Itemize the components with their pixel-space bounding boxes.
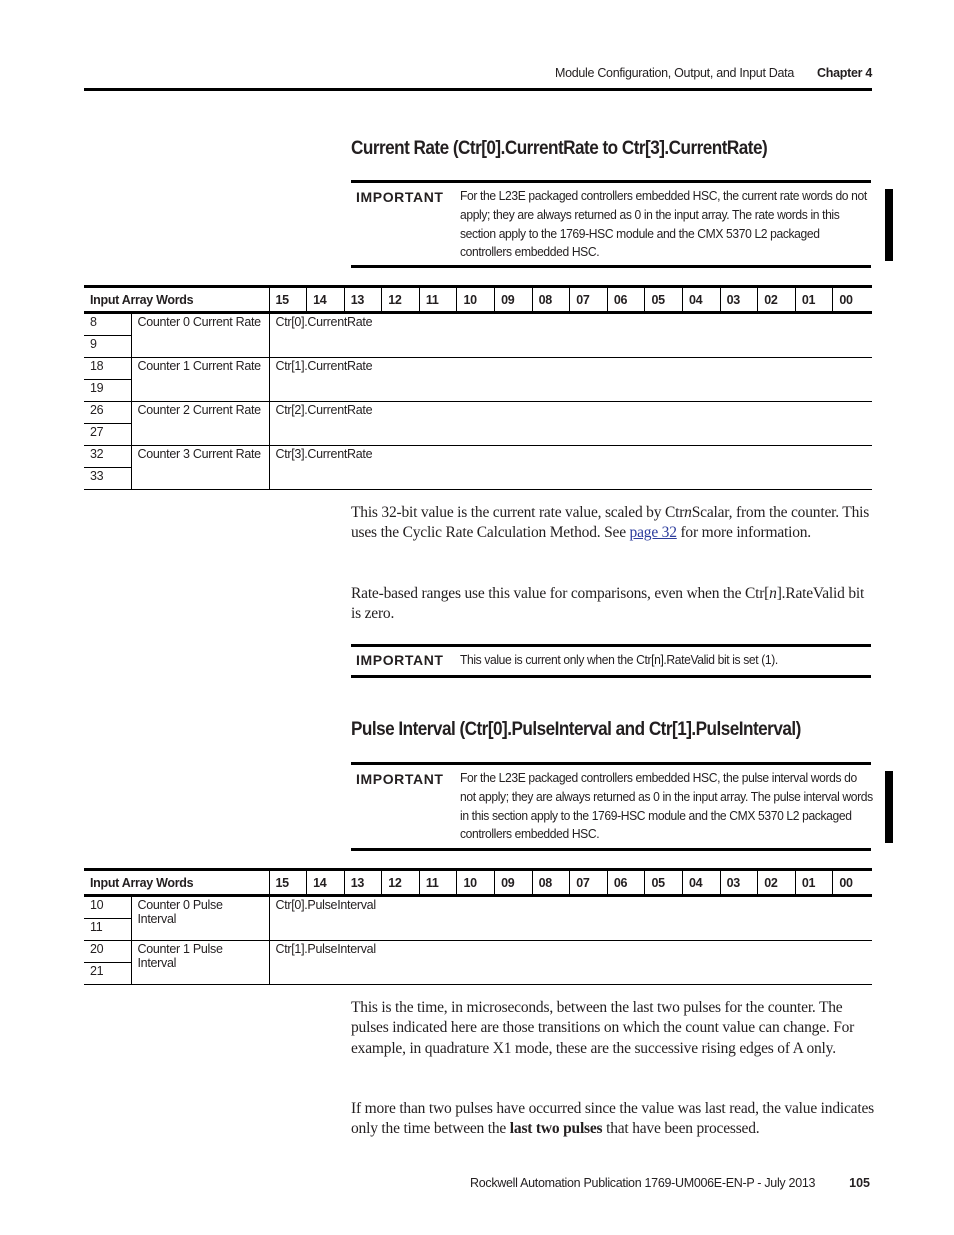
word-number: 8 xyxy=(84,312,132,336)
important-text: For the L23E packaged controllers embedd… xyxy=(460,770,873,842)
column-header: 04 xyxy=(682,869,721,896)
column-header: 14 xyxy=(306,286,345,313)
word-number: 32 xyxy=(84,445,132,468)
change-bar xyxy=(885,189,893,261)
word-number: 19 xyxy=(84,379,132,402)
important-text: This value is current only when the Ctr[… xyxy=(460,652,778,667)
text-run: This 32-bit value is the current rate va… xyxy=(351,504,685,521)
column-header: 09 xyxy=(494,286,533,313)
column-header: 12 xyxy=(381,869,420,896)
tag-name: Ctr[1].PulseInterval xyxy=(275,942,377,956)
current-rate-table: Input Array Words 15 14 13 12 11 10 09 0… xyxy=(84,285,872,490)
text-run: that have been processed. xyxy=(602,1120,760,1138)
text-run: Rate-based ranges use this value for com… xyxy=(351,585,770,602)
word-number: 27 xyxy=(84,423,132,446)
important-label: IMPORTANT xyxy=(356,189,444,205)
column-header: 08 xyxy=(531,286,570,313)
text-run: for more information. xyxy=(676,524,811,542)
column-header: 10 xyxy=(456,286,495,313)
column-header: 01 xyxy=(794,869,833,896)
word-number: 26 xyxy=(84,401,132,424)
column-header: 11 xyxy=(418,869,457,896)
column-header: 05 xyxy=(644,286,683,313)
paragraph-current-rate-description: This 32-bit value is the current rate va… xyxy=(351,503,876,544)
paragraph-last-two-pulses: If more than two pulses have occurred si… xyxy=(351,1099,876,1140)
page-link[interactable]: page 32 xyxy=(630,524,677,541)
header-rule xyxy=(84,88,872,91)
table-row: 20 Counter 1 Pulse Interval Ctr[1].Pulse… xyxy=(84,940,872,985)
section-title-pulse-interval: Pulse Interval (Ctr[0].PulseInterval and… xyxy=(351,718,801,740)
paragraph-pulse-interval-description: This is the time, in microseconds, betwe… xyxy=(351,999,855,1057)
column-header: 12 xyxy=(381,286,420,313)
column-header: 09 xyxy=(494,869,533,896)
word-description: Counter 0 Current Rate xyxy=(131,312,270,358)
column-header: 11 xyxy=(418,286,457,313)
bold-text: last two pulses xyxy=(509,1120,603,1138)
column-header: Input Array Words xyxy=(90,875,194,890)
tag-name: Ctr[0].CurrentRate xyxy=(275,315,373,329)
table-header-row: Input Array Words 15 14 13 12 11 10 09 0… xyxy=(84,869,872,896)
column-header: 00 xyxy=(832,869,872,896)
word-description: Counter 2 Current Rate xyxy=(131,401,270,446)
column-header: 06 xyxy=(606,869,645,896)
important-note-current-rate: IMPORTANT For the L23E packaged controll… xyxy=(351,180,871,268)
table-header-row: Input Array Words 15 14 13 12 11 10 09 0… xyxy=(84,286,872,313)
running-header: Module Configuration, Output, and Input … xyxy=(84,66,872,90)
table-row: 32 Counter 3 Current Rate Ctr[3].Current… xyxy=(84,445,872,490)
column-header: 07 xyxy=(569,869,608,896)
word-description: Counter 3 Current Rate xyxy=(131,445,270,490)
paragraph-rate-based-ranges: Rate-based ranges use this value for com… xyxy=(351,584,876,625)
column-header: 14 xyxy=(306,869,345,896)
column-header: 03 xyxy=(719,869,758,896)
change-bar xyxy=(885,771,893,843)
column-header: 15 xyxy=(268,869,307,896)
table-row: 18 Counter 1 Current Rate Ctr[1].Current… xyxy=(84,357,872,402)
italic-text: n xyxy=(769,585,777,602)
word-description: Counter 0 Pulse Interval xyxy=(131,895,270,941)
column-header: 01 xyxy=(794,286,833,313)
word-number: 10 xyxy=(84,895,132,919)
word-number: 9 xyxy=(84,335,132,358)
section-title-current-rate: Current Rate (Ctr[0].CurrentRate to Ctr[… xyxy=(351,137,768,159)
word-description: Counter 1 Pulse Interval xyxy=(131,940,270,985)
italic-text: n xyxy=(684,504,692,521)
word-number: 11 xyxy=(84,918,132,941)
column-header: 13 xyxy=(343,869,382,896)
word-number: 21 xyxy=(84,962,132,985)
tag-name: Ctr[0].PulseInterval xyxy=(275,898,377,912)
column-header: 15 xyxy=(268,286,307,313)
pulse-interval-table: Input Array Words 15 14 13 12 11 10 09 0… xyxy=(84,868,872,985)
column-header: 13 xyxy=(343,286,382,313)
column-header: 08 xyxy=(531,869,570,896)
header-chapter: Chapter 4 xyxy=(817,66,872,80)
table-row: 8 Counter 0 Current Rate Ctr[0].CurrentR… xyxy=(84,312,872,358)
column-header: 03 xyxy=(719,286,758,313)
important-note-rate-valid: IMPORTANT This value is current only whe… xyxy=(351,644,871,678)
page-number: 105 xyxy=(849,1176,870,1190)
column-header: 00 xyxy=(832,286,872,313)
important-label: IMPORTANT xyxy=(356,652,444,668)
column-header: 05 xyxy=(644,869,683,896)
column-header: 07 xyxy=(569,286,608,313)
footer-publication: Rockwell Automation Publication 1769-UM0… xyxy=(470,1176,816,1190)
important-note-pulse-interval: IMPORTANT For the L23E packaged controll… xyxy=(351,762,873,851)
column-header: 02 xyxy=(757,869,796,896)
tag-name: Ctr[2].CurrentRate xyxy=(275,403,373,417)
tag-name: Ctr[1].CurrentRate xyxy=(275,359,373,373)
column-header: 04 xyxy=(682,286,721,313)
word-number: 33 xyxy=(84,467,132,490)
word-description: Counter 1 Current Rate xyxy=(131,357,270,402)
column-header: Input Array Words xyxy=(90,292,194,307)
column-header: 02 xyxy=(757,286,796,313)
important-label: IMPORTANT xyxy=(356,771,444,787)
word-number: 20 xyxy=(84,940,132,963)
word-number: 18 xyxy=(84,357,132,380)
tag-name: Ctr[3].CurrentRate xyxy=(275,447,373,461)
table-row: 26 Counter 2 Current Rate Ctr[2].Current… xyxy=(84,401,872,446)
table-row: 10 Counter 0 Pulse Interval Ctr[0].Pulse… xyxy=(84,895,872,941)
important-text: For the L23E packaged controllers embedd… xyxy=(460,188,867,260)
column-header: 06 xyxy=(606,286,645,313)
column-header: 10 xyxy=(456,869,495,896)
header-section-title: Module Configuration, Output, and Input … xyxy=(554,66,794,80)
